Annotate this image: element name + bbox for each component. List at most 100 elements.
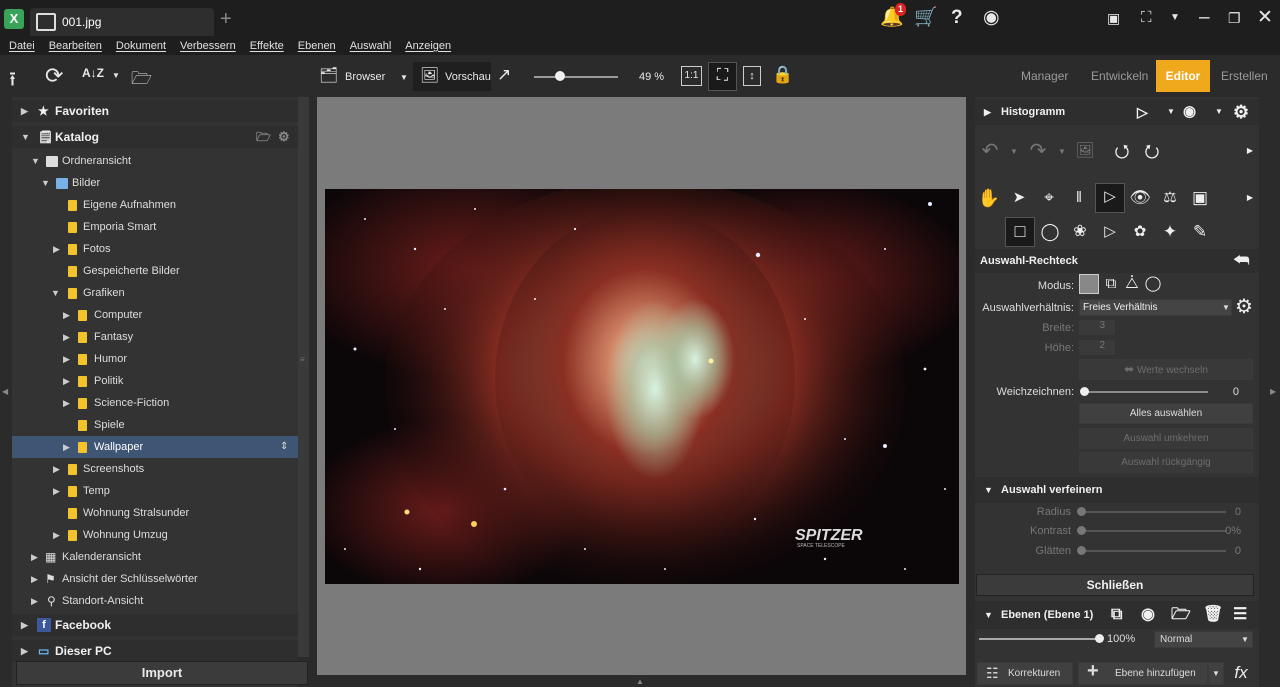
fullscreen-icon[interactable]: ⛶ [1141,8,1152,28]
tree-item[interactable]: ▶ Humor [12,348,298,370]
document-tab[interactable]: 001.jpg [30,8,214,36]
cart-icon[interactable]: 🛒 [914,8,938,28]
expand-icon[interactable]: ▶ [63,392,70,414]
selection-add-icon[interactable]: ⧉ [1101,274,1121,294]
import-button[interactable]: Import [16,661,308,685]
tree-favorites[interactable]: ▶ ★ Favoriten [12,100,298,122]
collapse-icon[interactable]: ▼ [51,282,60,304]
redo-icon[interactable]: ↷ [1025,138,1051,164]
collapse-right-icon[interactable]: ▶ [1270,387,1276,396]
fx-button[interactable]: fx [1228,660,1254,686]
ellipse-select-icon[interactable]: ◯ [1037,219,1063,245]
browser-icon[interactable]: 🗂 [319,66,338,84]
expand-icon[interactable]: ▶ [53,458,60,480]
tree-calendar-view[interactable]: ▶ ▦ Kalenderansicht [12,546,298,568]
close-panel-button[interactable]: Schließen [976,574,1254,596]
tree-item[interactable]: Eigene Aufnahmen [12,194,298,216]
tree-item[interactable]: Emporia Smart [12,216,298,238]
layer-mask-icon[interactable]: ◉ [1141,601,1155,629]
smooth-slider[interactable] [1081,550,1226,552]
opacity-slider[interactable] [979,638,1099,640]
app-logo[interactable]: X [4,9,24,29]
menu-effekte[interactable]: Effekte [250,40,284,52]
add-layer-dropdown-icon[interactable]: ▼ [1208,662,1224,685]
gear-icon[interactable]: ⚙ [278,126,290,148]
straighten-icon[interactable]: ‖ [1066,185,1092,211]
selection-mode-icon[interactable]: ▷ [1137,99,1148,125]
contrast-slider-knob[interactable] [1077,526,1086,535]
tree-item-selected[interactable]: ▶ Wallpaper ⇕ [12,436,298,458]
layers-header[interactable]: ▼ Ebenen (Ebene 1) ⧉ ◉ 🗁 🗑 ☰ [975,601,1259,629]
transform-icon[interactable]: ▣ [1187,185,1213,211]
monitor-icon[interactable]: ▣ [1107,8,1120,28]
expand-icon[interactable]: ▶ [31,568,38,590]
sort-arrows-icon[interactable]: ⇕ [280,436,288,458]
menu-anzeigen[interactable]: Anzeigen [405,40,451,52]
undo-selection-button[interactable]: Auswahl rückgängig [1079,452,1253,473]
tree-item[interactable]: Wohnung Stralsunder [12,502,298,524]
right-scrollbar[interactable] [1259,97,1267,687]
expand-icon[interactable]: ▶ [21,640,28,662]
expand-icon[interactable]: ▶ [63,436,70,458]
minimize-icon[interactable]: – [1199,8,1210,28]
collapse-icon[interactable]: ▼ [984,601,993,629]
tree-item[interactable]: Spiele [12,414,298,436]
help-icon[interactable]: ? [951,8,963,28]
swap-values-button[interactable]: ⬌ Werte wechseln [1079,359,1253,380]
tree-pictures[interactable]: ▼ Bilder [12,172,298,194]
magnetic-lasso-icon[interactable]: ✿ [1127,219,1153,245]
expand-icon[interactable]: ▶ [31,590,38,612]
collapse-icon[interactable]: ▼ [21,126,30,148]
selection-subtract-icon[interactable]: ⧊ [1122,274,1142,294]
left-scrollbar[interactable] [298,97,309,657]
collapse-icon[interactable]: ▼ [31,150,40,172]
chevron-down-icon[interactable]: ▼ [1001,139,1027,165]
new-folder-icon[interactable]: 🗁 [131,66,152,95]
undo-icon[interactable]: ↶ [977,138,1003,164]
menu-datei[interactable]: Datei [9,40,35,52]
fit-height-icon[interactable]: ↕ [743,66,761,86]
lock-icon[interactable]: 🔒 [772,65,793,85]
chevron-down-icon[interactable]: ▼ [1170,8,1180,28]
tree-item[interactable]: ▶ Computer [12,304,298,326]
browser-dropdown-icon[interactable]: ▼ [400,73,408,82]
radius-slider[interactable] [1081,511,1226,513]
new-tab-icon[interactable]: + [220,9,232,29]
ratio-select[interactable]: Freies Verhältnis ▼ [1079,299,1232,316]
feather-slider-knob[interactable] [1080,387,1089,396]
sort-dropdown-icon[interactable]: ▼ [112,71,120,80]
clone-stamp-icon[interactable]: ⚖ [1157,185,1183,211]
tree-location-view[interactable]: ▶ ⚲ Standort-Ansicht [12,590,298,612]
refresh-icon[interactable]: ⟳ [45,63,63,89]
tree-item[interactable]: ▶ Screenshots [12,458,298,480]
expand-icon[interactable]: ▶ [63,326,70,348]
splitter-grip-icon[interactable]: ≡ [300,355,305,364]
tree-facebook[interactable]: ▶ f Facebook [12,614,298,636]
expand-icon[interactable]: ▶ [53,480,60,502]
opacity-slider-knob[interactable] [1095,634,1104,643]
collapse-icon[interactable]: ▼ [984,477,993,503]
browser-button[interactable]: Browser [345,71,385,83]
zoom-slider[interactable] [534,76,618,78]
tree-item[interactable]: ▶ Fotos [12,238,298,260]
rotate-left-icon[interactable]: ⭯ [1109,138,1135,164]
duplicate-layer-icon[interactable]: ⧉ [1111,601,1122,629]
tree-item[interactable]: ▶ Science-Fiction [12,392,298,414]
chevron-down-icon[interactable]: ▼ [1167,99,1175,125]
selection-tool-icon[interactable]: ▷ [1095,183,1125,213]
menu-auswahl[interactable]: Auswahl [350,40,392,52]
mode-develop[interactable]: Entwickeln [1083,60,1156,92]
radius-slider-knob[interactable] [1077,507,1086,516]
chevron-down-icon[interactable]: ▼ [1215,99,1223,125]
hand-icon[interactable]: ✋ [976,185,1002,211]
settings-sun-icon[interactable]: ⚙ [1233,99,1249,125]
image-icon[interactable]: 🖼 [1072,138,1098,164]
tree-this-pc[interactable]: ▶ ▭ Dieser PC [12,640,298,662]
tree-folder-view[interactable]: ▼ Ordneransicht [12,150,298,172]
rotate-right-icon[interactable]: ⭮ [1139,138,1165,164]
expand-icon[interactable]: ▶ [63,370,70,392]
folder-add-icon[interactable]: 🗁 [256,126,271,148]
tree-keywords-view[interactable]: ▶ ⚑ Ansicht der Schlüsselwörter [12,568,298,590]
account-icon[interactable]: ◉ [983,8,1000,28]
tree-item[interactable]: ▶ Temp [12,480,298,502]
